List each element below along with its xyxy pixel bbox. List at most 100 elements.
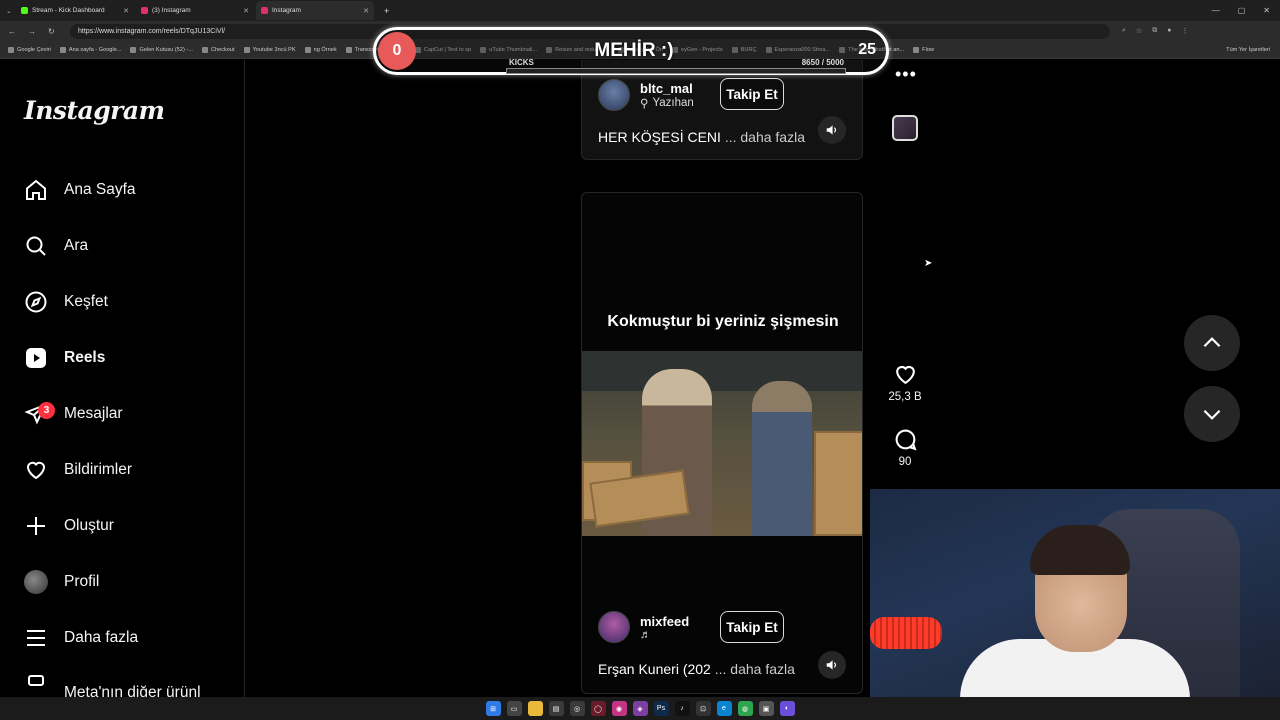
comment-action[interactable]: 90 xyxy=(886,427,924,468)
tab-close-icon[interactable]: ✕ xyxy=(123,7,129,15)
overlay-progress-bar xyxy=(506,68,846,74)
minimize-icon[interactable]: — xyxy=(1212,6,1220,15)
chrome-icon[interactable]: ◍ xyxy=(737,701,753,716)
nav-buttons: ← → ↻ xyxy=(0,27,70,36)
app-icon[interactable]: ▣ xyxy=(758,701,774,716)
close-icon[interactable]: ✕ xyxy=(1263,6,1270,15)
avatar[interactable] xyxy=(598,79,630,111)
avatar[interactable] xyxy=(598,611,630,643)
more-options-icon[interactable]: ••• xyxy=(895,64,917,85)
sidebar-item-explore[interactable]: Keşfet xyxy=(24,282,108,322)
like-action[interactable]: 25,3 B xyxy=(886,362,924,403)
sidebar-item-label: Profil xyxy=(64,573,100,590)
tab-kick-dashboard[interactable]: Stream - Kick Dashboard ✕ xyxy=(16,1,134,20)
mute-button[interactable] xyxy=(818,116,846,144)
reel-card-previous[interactable]: bltc_mal ⚲ Yazıhan Takip Et HER KÖŞESİ C… xyxy=(581,60,863,160)
reel-location[interactable]: ⚲ Yazıhan xyxy=(640,96,694,110)
sidebar-item-messages[interactable]: 3 Mesajlar xyxy=(24,394,123,434)
instagram-icon[interactable]: ◉ xyxy=(611,701,627,716)
profile-icon[interactable]: ● xyxy=(1167,27,1171,35)
sidebar-item-create[interactable]: Oluştur xyxy=(24,506,114,546)
follow-button[interactable]: Takip Et xyxy=(720,78,784,110)
task-view-icon[interactable]: ▭ xyxy=(506,701,522,716)
new-tab-button[interactable]: + xyxy=(374,6,389,16)
mouse-cursor-icon: ➤ xyxy=(924,258,933,269)
heart-icon[interactable] xyxy=(893,362,918,387)
tab-close-icon[interactable]: ✕ xyxy=(243,7,249,15)
extensions-icon[interactable]: ⧉ xyxy=(1152,27,1157,35)
all-bookmarks-button[interactable]: Tüm Yer İşaretleri xyxy=(1226,47,1280,53)
sidebar-item-search[interactable]: Ara xyxy=(24,226,88,266)
caption-more-link[interactable]: ... daha fazla xyxy=(715,661,795,677)
mute-button[interactable] xyxy=(818,651,846,679)
location-label: Yazıhan xyxy=(652,96,694,109)
audio-thumbnail[interactable] xyxy=(892,115,918,141)
overlay-kicks-label: KICKS xyxy=(509,58,534,67)
sidebar-item-notifications[interactable]: Bildirimler xyxy=(24,450,132,490)
tab-label: Stream - Kick Dashboard xyxy=(32,7,105,14)
back-icon[interactable]: ← xyxy=(8,27,16,36)
app-icon[interactable]: ◐ xyxy=(779,701,795,716)
sidebar-item-label: Oluştur xyxy=(64,517,114,534)
reel-username[interactable]: bltc_mal xyxy=(640,81,694,96)
tab-instagram-1[interactable]: (3) Instagram ✕ xyxy=(136,1,254,20)
tiktok-icon[interactable]: ♪ xyxy=(674,701,690,716)
tab-close-icon[interactable]: ✕ xyxy=(363,7,369,15)
app-icon[interactable]: ⊡ xyxy=(695,701,711,716)
instagram-logo[interactable]: Instagram xyxy=(24,96,165,125)
forward-icon[interactable]: → xyxy=(28,27,36,36)
kebab-menu-icon[interactable]: ⋮ xyxy=(1181,27,1188,35)
start-icon[interactable]: ⊞ xyxy=(485,701,501,716)
reel-card-current[interactable]: Kokmuştur bi yeriniz şişmesin mixfeed ♬ … xyxy=(581,192,863,694)
photoshop-icon[interactable]: Ps xyxy=(653,701,669,716)
app-icon[interactable]: ◯ xyxy=(590,701,606,716)
window-controls: — ▢ ✕ xyxy=(1212,6,1280,15)
home-icon xyxy=(26,179,46,200)
reel-caption[interactable]: HER KÖŞESİ CENI ... daha fazla xyxy=(598,129,805,145)
notification-badge: 3 xyxy=(38,402,55,419)
follow-button[interactable]: Takip Et xyxy=(720,611,784,643)
app-icon[interactable]: ◎ xyxy=(569,701,585,716)
caption-more-link[interactable]: ... daha fazla xyxy=(725,129,805,145)
folder-icon[interactable] xyxy=(527,701,543,716)
browser-tab-bar: ⌄ Stream - Kick Dashboard ✕ (3) Instagra… xyxy=(0,0,1280,21)
edge-icon[interactable]: e xyxy=(716,701,732,716)
sidebar-item-more[interactable]: Daha fazla xyxy=(24,618,138,658)
zoom-icon[interactable]: ⌕ xyxy=(1122,27,1126,35)
microphone xyxy=(870,617,942,649)
app-icon[interactable]: ◈ xyxy=(632,701,648,716)
tab-list-icon[interactable]: ⌄ xyxy=(0,7,14,15)
comment-icon[interactable] xyxy=(893,427,918,452)
app-icon[interactable]: ▤ xyxy=(548,701,564,716)
next-reel-button[interactable] xyxy=(1184,386,1240,442)
bookmark-favicon-icon xyxy=(201,46,208,53)
tab-label: Instagram xyxy=(272,7,301,14)
maximize-icon[interactable]: ▢ xyxy=(1238,6,1246,15)
reel-username[interactable]: mixfeed xyxy=(640,614,689,629)
reel-caption[interactable]: Erşan Kuneri (202 ... daha fazla xyxy=(598,661,795,677)
caption-text: HER KÖŞESİ CENI xyxy=(598,129,721,145)
star-icon[interactable]: ☆ xyxy=(1136,27,1142,35)
reload-icon[interactable]: ↻ xyxy=(48,27,55,36)
bookmark-item[interactable]: Gelen Kutusu (52) -... xyxy=(130,46,193,53)
sidebar-item-home[interactable]: Ana Sayfa xyxy=(24,170,136,210)
bookmark-item[interactable]: Youtube 3ncü PK xyxy=(243,46,296,53)
bookmark-label: Gelen Kutusu (52) -... xyxy=(139,46,193,53)
reel-audio[interactable]: ♬ xyxy=(640,629,689,641)
previous-reel-button[interactable] xyxy=(1184,315,1240,371)
bookmark-favicon-icon xyxy=(243,46,250,53)
avatar xyxy=(24,570,48,594)
sidebar-item-label: Reels xyxy=(64,349,106,366)
sidebar-item-reels[interactable]: Reels xyxy=(24,338,105,378)
bookmark-item[interactable]: ng Örnek xyxy=(304,46,337,53)
tab-instagram-active[interactable]: Instagram ✕ xyxy=(256,1,374,20)
bookmark-item[interactable]: Checkout xyxy=(201,46,235,53)
bookmark-favicon-icon xyxy=(913,46,920,53)
plus-icon xyxy=(27,517,45,535)
overlay-right-counter: 25 xyxy=(858,41,876,58)
reel-video-frame[interactable] xyxy=(582,351,862,536)
bookmark-item[interactable]: Google Çeviri xyxy=(8,46,51,53)
bookmark-item[interactable]: Flow xyxy=(913,46,934,53)
bookmark-item[interactable]: Ana sayfa - Google... xyxy=(59,46,121,53)
sidebar-item-profile[interactable]: Profil xyxy=(24,562,99,602)
